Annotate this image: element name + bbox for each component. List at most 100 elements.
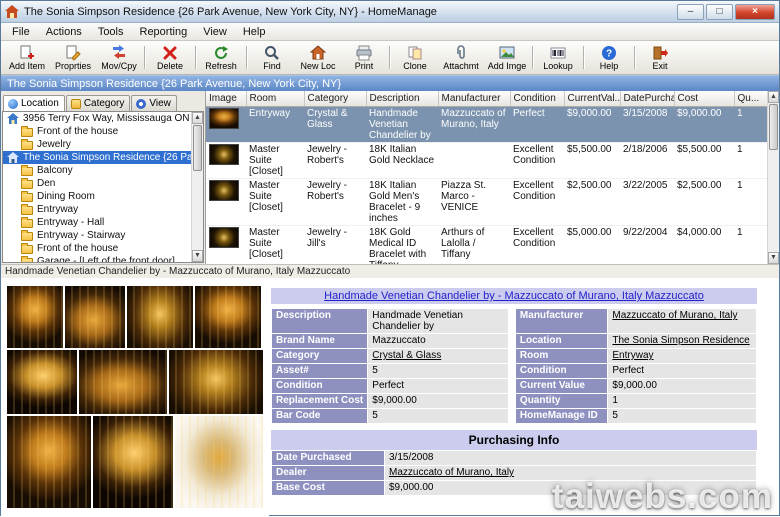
col-category[interactable]: Category [304, 91, 366, 106]
tree-item-den[interactable]: Den [3, 177, 191, 190]
col-image[interactable]: Image [206, 91, 246, 106]
lookup-button[interactable]: Lookup [535, 42, 581, 73]
menu-tools[interactable]: Tools [90, 24, 132, 40]
toolbar-label: Print [355, 61, 374, 71]
tab-category[interactable]: Category [66, 95, 131, 111]
col-condition[interactable]: Condition [510, 91, 564, 106]
field-label: Bar Code [272, 409, 367, 423]
table-row[interactable]: Master Suite [Closet] Jewelry - Jill's 1… [206, 225, 768, 264]
toolbar-separator [634, 46, 635, 69]
scroll-up-arrow[interactable]: ▲ [768, 91, 779, 103]
manufacturer-link[interactable]: Mazzuccato of Murano, Italy [608, 309, 756, 333]
menu-help[interactable]: Help [235, 24, 274, 40]
chandelier-photo-1[interactable] [7, 286, 63, 348]
table-row[interactable]: Entryway Crystal & Glass Handmade Veneti… [206, 106, 768, 142]
scroll-down-arrow[interactable]: ▼ [192, 250, 203, 262]
col-quantity[interactable]: Qu... [734, 91, 768, 106]
tab-location[interactable]: Location [3, 95, 65, 111]
chandelier-photo-9[interactable] [93, 416, 173, 508]
scroll-thumb[interactable] [193, 125, 202, 171]
toolbar-separator [195, 46, 196, 69]
add-image-button[interactable]: Add Imge [484, 42, 530, 73]
chandelier-photo-2[interactable] [65, 286, 125, 348]
tree-scrollbar[interactable]: ▲ ▼ [191, 112, 203, 262]
tree-item-jewelry[interactable]: Jewelry [3, 138, 191, 151]
tree-item-entryway[interactable]: Entryway [3, 203, 191, 216]
tree-item-front-of-house-2[interactable]: Front of the house [3, 242, 191, 255]
menubar: File Actions Tools Reporting View Help [1, 23, 779, 41]
table-row[interactable]: Master Suite [Closet] Jewelry - Robert's… [206, 178, 768, 225]
table-row[interactable]: Master Suite [Closet] Jewelry - Robert's… [206, 142, 768, 178]
tab-view[interactable]: View [131, 95, 177, 111]
toolbar-label: Refresh [205, 61, 237, 71]
category-tab-icon [71, 99, 81, 109]
delete-button[interactable]: Delete [147, 42, 193, 73]
toolbar: Add Item Proprties Mov/Cpy Delete Refres… [1, 41, 779, 75]
cell-manufacturer [438, 142, 510, 178]
tree-item-dining-room[interactable]: Dining Room [3, 190, 191, 203]
tree-item-residence-1[interactable]: 3956 Terry Fox Way, Mississauga ON [3, 112, 191, 125]
toolbar-label: Add Imge [488, 61, 527, 71]
chandelier-photo-3[interactable] [127, 286, 193, 348]
item-detail-title-link[interactable]: Handmade Venetian Chandelier by - Mazzuc… [324, 290, 704, 302]
exit-button[interactable]: Exit [637, 42, 683, 73]
find-button[interactable]: Find [249, 42, 295, 73]
new-location-button[interactable]: New Loc [295, 42, 341, 73]
location-link[interactable]: The Sonia Simpson Residence [608, 334, 756, 348]
maximize-button[interactable]: □ [706, 4, 733, 20]
menu-reporting[interactable]: Reporting [132, 24, 196, 40]
properties-button[interactable]: Proprties [50, 42, 96, 73]
find-icon [264, 45, 280, 61]
category-link[interactable]: Crystal & Glass [368, 349, 508, 363]
room-link[interactable]: Entryway [608, 349, 756, 363]
tree-item-garage[interactable]: Garage - [Left of the front door] [3, 255, 191, 262]
scroll-down-arrow[interactable]: ▼ [768, 252, 779, 264]
move-copy-button[interactable]: Mov/Cpy [96, 42, 142, 73]
clone-button[interactable]: Clone [392, 42, 438, 73]
tree-item-residence-2-selected[interactable]: The Sonia Simpson Residence {26 Park Ave… [3, 151, 191, 164]
field-label: Manufacturer [516, 309, 607, 333]
col-current-value[interactable]: CurrentVal... [564, 91, 620, 106]
cell-condition: Perfect [510, 106, 564, 142]
add-image-icon [499, 45, 515, 61]
chandelier-photo-6[interactable] [79, 350, 167, 414]
statusbar-text: Handmade Venetian Chandelier by - Mazzuc… [5, 266, 350, 277]
chandelier-photo-8[interactable] [7, 416, 91, 508]
col-room[interactable]: Room [246, 91, 304, 106]
col-cost[interactable]: Cost [674, 91, 734, 106]
item-detail-title[interactable]: Handmade Venetian Chandelier by - Mazzuc… [271, 288, 757, 304]
tree-item-balcony[interactable]: Balcony [3, 164, 191, 177]
field-gap [509, 379, 515, 393]
chandelier-photo-10[interactable] [175, 416, 263, 508]
tree-item-entryway-stairway[interactable]: Entryway - Stairway [3, 229, 191, 242]
tree-item-entryway-hall[interactable]: Entryway - Hall [3, 216, 191, 229]
chandelier-photo-7[interactable] [169, 350, 263, 414]
tree-item-front-of-house-1[interactable]: Front of the house [3, 125, 191, 138]
tab-label: Location [21, 98, 59, 109]
field-label: Asset# [272, 364, 367, 378]
help-button[interactable]: ? Help [586, 42, 632, 73]
add-item-button[interactable]: Add Item [4, 42, 50, 73]
chandelier-photo-4[interactable] [195, 286, 261, 348]
toolbar-label: Exit [652, 61, 667, 71]
location-tab-icon [8, 99, 18, 109]
scroll-thumb[interactable] [769, 104, 778, 150]
col-manufacturer[interactable]: Manufacturer [438, 91, 510, 106]
print-button[interactable]: Print [341, 42, 387, 73]
cell-manufacturer: Mazzuccato of Murano, Italy [438, 106, 510, 142]
col-description[interactable]: Description [366, 91, 438, 106]
chandelier-photo-5[interactable] [7, 350, 77, 414]
scroll-up-arrow[interactable]: ▲ [192, 112, 203, 124]
close-button[interactable]: × [735, 4, 775, 20]
menu-file[interactable]: File [4, 24, 38, 40]
toolbar-label: Find [263, 61, 281, 71]
col-date-purchased[interactable]: DatePurchase [620, 91, 674, 106]
menu-view[interactable]: View [195, 24, 235, 40]
attachment-button[interactable]: Attachmt [438, 42, 484, 73]
items-table-scrollbar[interactable]: ▲ ▼ [767, 91, 779, 264]
field-gap [509, 334, 515, 348]
refresh-button[interactable]: Refresh [198, 42, 244, 73]
item-thumbnail [209, 144, 239, 165]
minimize-button[interactable]: – [677, 4, 704, 20]
menu-actions[interactable]: Actions [38, 24, 90, 40]
